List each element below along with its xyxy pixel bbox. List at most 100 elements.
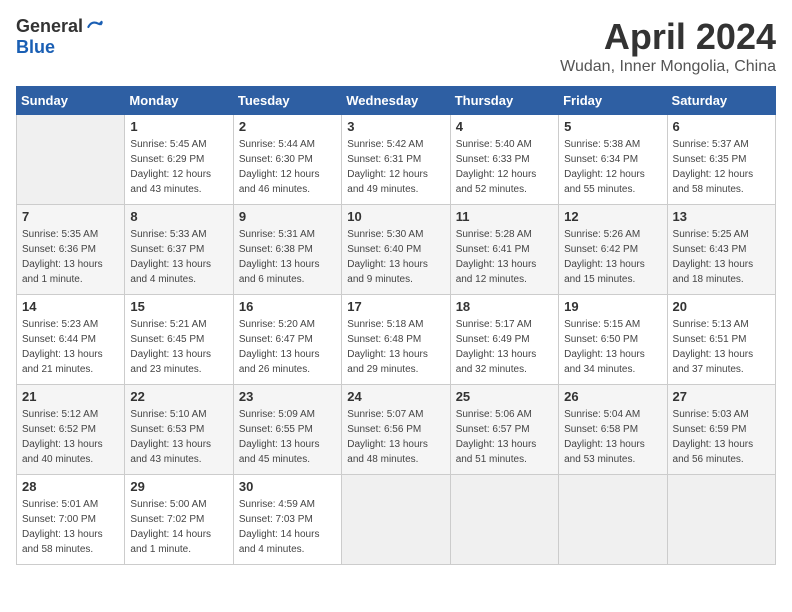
- day-info: Sunrise: 5:20 AM Sunset: 6:47 PM Dayligh…: [239, 317, 336, 377]
- calendar-cell: 22 Sunrise: 5:10 AM Sunset: 6:53 PM Dayli…: [125, 385, 233, 475]
- calendar-cell: [667, 475, 775, 565]
- day-number: 2: [239, 119, 336, 134]
- calendar-cell: 20 Sunrise: 5:13 AM Sunset: 6:51 PM Dayli…: [667, 295, 775, 385]
- calendar-cell: 25 Sunrise: 5:06 AM Sunset: 6:57 PM Dayli…: [450, 385, 558, 475]
- calendar-week-row: 7Sunrise: 5:35 AM Sunset: 6:36 PM Daylig…: [17, 205, 776, 295]
- calendar-cell: 30 Sunrise: 4:59 AM Sunset: 7:03 PM Dayli…: [233, 475, 341, 565]
- day-number: 26: [564, 389, 661, 404]
- day-number: 13: [673, 209, 770, 224]
- calendar-cell: 3Sunrise: 5:42 AM Sunset: 6:31 PM Daylig…: [342, 115, 450, 205]
- calendar-week-row: 28 Sunrise: 5:01 AM Sunset: 7:00 PM Dayli…: [17, 475, 776, 565]
- day-number: 7: [22, 209, 119, 224]
- logo: General Blue: [16, 16, 105, 58]
- day-number: 22: [130, 389, 227, 404]
- calendar-cell: 6 Sunrise: 5:37 AM Sunset: 6:35 PM Daylig…: [667, 115, 775, 205]
- day-number: 28: [22, 479, 119, 494]
- day-info: Sunrise: 5:26 AM Sunset: 6:42 PM Dayligh…: [564, 227, 661, 287]
- day-number: 27: [673, 389, 770, 404]
- day-info: Sunrise: 5:30 AM Sunset: 6:40 PM Dayligh…: [347, 227, 444, 287]
- day-info: Sunrise: 4:59 AM Sunset: 7:03 PM Dayligh…: [239, 497, 336, 557]
- logo-icon: [85, 17, 105, 37]
- location-title: Wudan, Inner Mongolia, China: [560, 58, 776, 76]
- title-area: April 2024 Wudan, Inner Mongolia, China: [560, 16, 776, 76]
- day-info: Sunrise: 5:42 AM Sunset: 6:31 PM Dayligh…: [347, 137, 444, 197]
- day-number: 16: [239, 299, 336, 314]
- calendar-cell: 10 Sunrise: 5:30 AM Sunset: 6:40 PM Dayli…: [342, 205, 450, 295]
- calendar-week-row: 21 Sunrise: 5:12 AM Sunset: 6:52 PM Dayli…: [17, 385, 776, 475]
- calendar-cell: 21 Sunrise: 5:12 AM Sunset: 6:52 PM Dayli…: [17, 385, 125, 475]
- calendar-table: SundayMondayTuesdayWednesdayThursdayFrid…: [16, 86, 776, 565]
- month-title: April 2024: [560, 16, 776, 58]
- day-info: Sunrise: 5:09 AM Sunset: 6:55 PM Dayligh…: [239, 407, 336, 467]
- day-number: 6: [673, 119, 770, 134]
- day-number: 23: [239, 389, 336, 404]
- day-number: 30: [239, 479, 336, 494]
- day-info: Sunrise: 5:06 AM Sunset: 6:57 PM Dayligh…: [456, 407, 553, 467]
- day-number: 21: [22, 389, 119, 404]
- day-info: Sunrise: 5:31 AM Sunset: 6:38 PM Dayligh…: [239, 227, 336, 287]
- day-info: Sunrise: 5:33 AM Sunset: 6:37 PM Dayligh…: [130, 227, 227, 287]
- day-info: Sunrise: 5:40 AM Sunset: 6:33 PM Dayligh…: [456, 137, 553, 197]
- calendar-cell: 13 Sunrise: 5:25 AM Sunset: 6:43 PM Dayli…: [667, 205, 775, 295]
- day-info: Sunrise: 5:45 AM Sunset: 6:29 PM Dayligh…: [130, 137, 227, 197]
- calendar-cell: 15 Sunrise: 5:21 AM Sunset: 6:45 PM Dayli…: [125, 295, 233, 385]
- day-info: Sunrise: 5:01 AM Sunset: 7:00 PM Dayligh…: [22, 497, 119, 557]
- calendar-cell: 7Sunrise: 5:35 AM Sunset: 6:36 PM Daylig…: [17, 205, 125, 295]
- day-number: 9: [239, 209, 336, 224]
- day-info: Sunrise: 5:04 AM Sunset: 6:58 PM Dayligh…: [564, 407, 661, 467]
- calendar-cell: 17Sunrise: 5:18 AM Sunset: 6:48 PM Dayli…: [342, 295, 450, 385]
- day-number: 1: [130, 119, 227, 134]
- day-number: 18: [456, 299, 553, 314]
- day-number: 17: [347, 299, 444, 314]
- day-info: Sunrise: 5:44 AM Sunset: 6:30 PM Dayligh…: [239, 137, 336, 197]
- calendar-cell: 26 Sunrise: 5:04 AM Sunset: 6:58 PM Dayli…: [559, 385, 667, 475]
- day-info: Sunrise: 5:28 AM Sunset: 6:41 PM Dayligh…: [456, 227, 553, 287]
- calendar-cell: [17, 115, 125, 205]
- calendar-cell: 19 Sunrise: 5:15 AM Sunset: 6:50 PM Dayli…: [559, 295, 667, 385]
- calendar-cell: [559, 475, 667, 565]
- day-number: 12: [564, 209, 661, 224]
- day-number: 5: [564, 119, 661, 134]
- day-info: Sunrise: 5:13 AM Sunset: 6:51 PM Dayligh…: [673, 317, 770, 377]
- day-number: 11: [456, 209, 553, 224]
- day-number: 15: [130, 299, 227, 314]
- calendar-cell: 18 Sunrise: 5:17 AM Sunset: 6:49 PM Dayli…: [450, 295, 558, 385]
- column-header-monday: Monday: [125, 87, 233, 115]
- day-number: 19: [564, 299, 661, 314]
- day-info: Sunrise: 5:15 AM Sunset: 6:50 PM Dayligh…: [564, 317, 661, 377]
- calendar-cell: 5Sunrise: 5:38 AM Sunset: 6:34 PM Daylig…: [559, 115, 667, 205]
- logo-general-text: General: [16, 16, 83, 37]
- calendar-cell: 12 Sunrise: 5:26 AM Sunset: 6:42 PM Dayli…: [559, 205, 667, 295]
- column-header-saturday: Saturday: [667, 87, 775, 115]
- day-info: Sunrise: 5:37 AM Sunset: 6:35 PM Dayligh…: [673, 137, 770, 197]
- day-number: 8: [130, 209, 227, 224]
- logo-blue-text: Blue: [16, 37, 55, 58]
- day-info: Sunrise: 5:17 AM Sunset: 6:49 PM Dayligh…: [456, 317, 553, 377]
- calendar-cell: [342, 475, 450, 565]
- day-number: 20: [673, 299, 770, 314]
- day-info: Sunrise: 5:12 AM Sunset: 6:52 PM Dayligh…: [22, 407, 119, 467]
- day-info: Sunrise: 5:21 AM Sunset: 6:45 PM Dayligh…: [130, 317, 227, 377]
- calendar-cell: 29 Sunrise: 5:00 AM Sunset: 7:02 PM Dayli…: [125, 475, 233, 565]
- day-info: Sunrise: 5:00 AM Sunset: 7:02 PM Dayligh…: [130, 497, 227, 557]
- calendar-week-row: 14Sunrise: 5:23 AM Sunset: 6:44 PM Dayli…: [17, 295, 776, 385]
- day-number: 29: [130, 479, 227, 494]
- day-number: 10: [347, 209, 444, 224]
- day-info: Sunrise: 5:25 AM Sunset: 6:43 PM Dayligh…: [673, 227, 770, 287]
- column-header-sunday: Sunday: [17, 87, 125, 115]
- calendar-header-row: SundayMondayTuesdayWednesdayThursdayFrid…: [17, 87, 776, 115]
- day-number: 25: [456, 389, 553, 404]
- calendar-week-row: 1 Sunrise: 5:45 AM Sunset: 6:29 PM Daylig…: [17, 115, 776, 205]
- column-header-wednesday: Wednesday: [342, 87, 450, 115]
- page-header: General Blue April 2024 Wudan, Inner Mon…: [16, 16, 776, 76]
- day-info: Sunrise: 5:07 AM Sunset: 6:56 PM Dayligh…: [347, 407, 444, 467]
- day-info: Sunrise: 5:10 AM Sunset: 6:53 PM Dayligh…: [130, 407, 227, 467]
- calendar-cell: 24 Sunrise: 5:07 AM Sunset: 6:56 PM Dayli…: [342, 385, 450, 475]
- calendar-cell: 9 Sunrise: 5:31 AM Sunset: 6:38 PM Daylig…: [233, 205, 341, 295]
- day-number: 24: [347, 389, 444, 404]
- calendar-cell: 4Sunrise: 5:40 AM Sunset: 6:33 PM Daylig…: [450, 115, 558, 205]
- calendar-cell: 27Sunrise: 5:03 AM Sunset: 6:59 PM Dayli…: [667, 385, 775, 475]
- calendar-cell: 8 Sunrise: 5:33 AM Sunset: 6:37 PM Daylig…: [125, 205, 233, 295]
- day-info: Sunrise: 5:23 AM Sunset: 6:44 PM Dayligh…: [22, 317, 119, 377]
- column-header-friday: Friday: [559, 87, 667, 115]
